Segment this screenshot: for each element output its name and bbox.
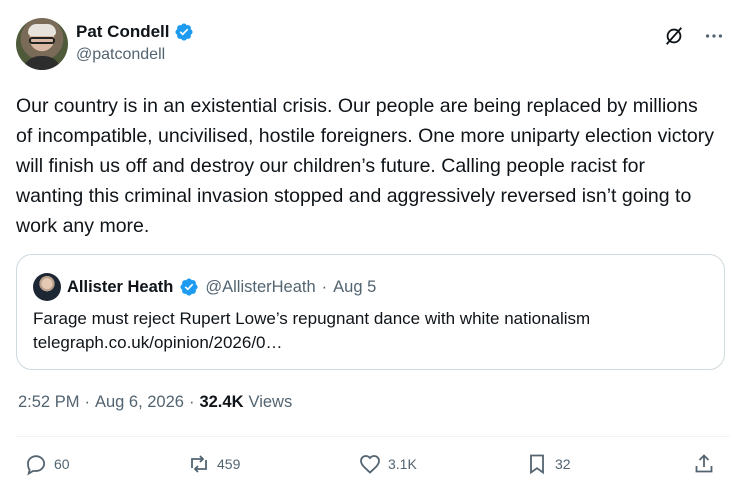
top-actions — [662, 24, 726, 48]
quoted-author-avatar[interactable] — [33, 273, 61, 301]
bookmark-count: 32 — [555, 456, 571, 472]
reply-count: 60 — [54, 456, 70, 472]
quoted-author-display-name[interactable]: Allister Heath — [67, 278, 173, 297]
quoted-link[interactable]: telegraph.co.uk/opinion/2026/0… — [33, 331, 713, 355]
reply-icon — [27, 455, 46, 476]
reply-button[interactable]: 60 — [24, 452, 70, 476]
repost-button[interactable]: 459 — [187, 452, 240, 476]
quoted-tweet[interactable]: Allister Heath @AllisterHeath · Aug 5 Fa… — [16, 254, 725, 370]
meta-separator: · — [84, 393, 90, 411]
bookmark-button[interactable]: 32 — [525, 452, 571, 476]
meta-separator: · — [188, 393, 195, 411]
author-avatar[interactable] — [16, 18, 68, 70]
tweet-text: Our country is in an existential crisis.… — [16, 95, 715, 237]
verified-badge-icon — [180, 278, 198, 296]
tweet-header: Pat Condell @patcondell — [16, 18, 730, 74]
like-button[interactable]: 3.1K — [358, 452, 417, 476]
more-icon[interactable] — [702, 24, 726, 48]
tweet-meta: 2:52 PM · Aug 6, 2026 · 32.4K Views — [18, 393, 292, 412]
share-icon — [695, 454, 713, 473]
quoted-author-handle[interactable]: @AllisterHeath — [205, 278, 315, 297]
action-bar: 60 459 3.1K 32 — [0, 452, 746, 482]
quoted-text-line: Farage must reject Rupert Lowe’s repugna… — [33, 309, 591, 328]
verified-badge-icon[interactable] — [174, 22, 194, 42]
repost-count: 459 — [217, 456, 241, 472]
quoted-separator: · — [321, 277, 328, 296]
tweet-date[interactable]: Aug 6, 2026 — [95, 393, 184, 412]
author-names: Pat Condell @patcondell — [76, 22, 194, 65]
author-handle[interactable]: @patcondell — [76, 45, 194, 65]
quoted-tweet-header: Allister Heath @AllisterHeath · Aug 5 — [33, 273, 376, 301]
views-label: Views — [248, 393, 293, 411]
quoted-tweet-text: Farage must reject Rupert Lowe’s repugna… — [33, 307, 713, 355]
quoted-date[interactable]: Aug 5 — [333, 278, 376, 297]
divider — [16, 436, 730, 437]
tweet-time[interactable]: 2:52 PM — [18, 393, 79, 412]
like-count: 3.1K — [388, 456, 417, 472]
views-count[interactable]: 32.4K — [199, 393, 243, 412]
author-display-name[interactable]: Pat Condell — [76, 22, 170, 42]
author-display-name-row[interactable]: Pat Condell — [76, 22, 194, 42]
share-button[interactable] — [692, 452, 716, 476]
bookmark-icon — [530, 454, 544, 475]
grok-icon[interactable] — [662, 24, 686, 48]
repost-icon — [191, 455, 207, 473]
like-icon — [360, 455, 380, 474]
